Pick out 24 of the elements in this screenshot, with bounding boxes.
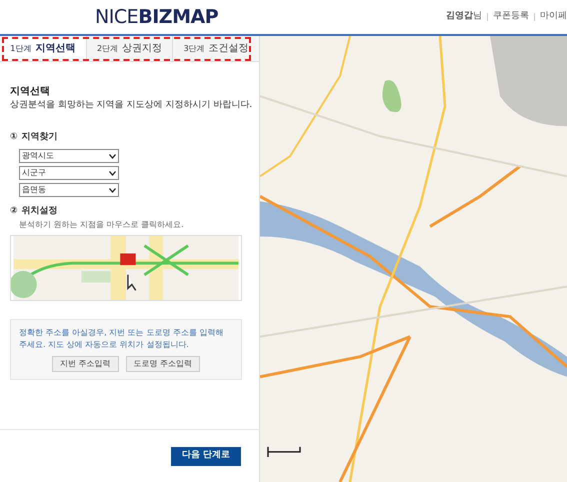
chevron-down-icon [109,154,116,158]
subsection-title: 위치설정 [22,205,58,218]
section-title: 지역선택 [10,85,51,99]
header-link[interactable]: 쿠폰등록 [493,10,529,24]
step-number: ② [10,205,18,218]
chevron-down-icon [109,188,116,192]
address-input-button[interactable]: 도로명 주소입력 [126,356,200,372]
chevron-down-icon [109,170,116,176]
header-link[interactable]: 마이페 [540,10,567,24]
step-tab[interactable]: 3단계 조건설정 [172,36,260,61]
address-input-button[interactable]: 지번 주소입력 [52,356,118,372]
step-number: ① [10,130,18,144]
dropdown-field[interactable]: 광역시도 [19,149,119,163]
step-tab[interactable]: 2단계 상권지정 [86,36,172,61]
hint-text: 분석하기 원하는 지점을 마우스로 클릭하세요. [19,218,185,230]
dropdown-field[interactable]: 읍면동 [19,183,119,197]
address-info-text: 정확한 주소를 아실경우, 지번 또는 도로명 주소를 입력해 주세요. 지도 상에 자동으로 위치가 설정됩니다. [19,326,224,350]
subsection-title: 지역찾기 [22,130,58,144]
logo[interactable]: NICEBIZMAP [95,2,218,32]
dropdown-field[interactable]: 시군구 [19,166,119,180]
map-drawing[interactable] [260,36,567,482]
section-description: 상권분석을 희망하는 지역을 지도상에 지정하시기 바랍니다. [10,99,249,112]
header-link[interactable]: 김영갑님 [446,10,482,24]
next-step-button[interactable]: 다음 단계로 [171,446,241,466]
